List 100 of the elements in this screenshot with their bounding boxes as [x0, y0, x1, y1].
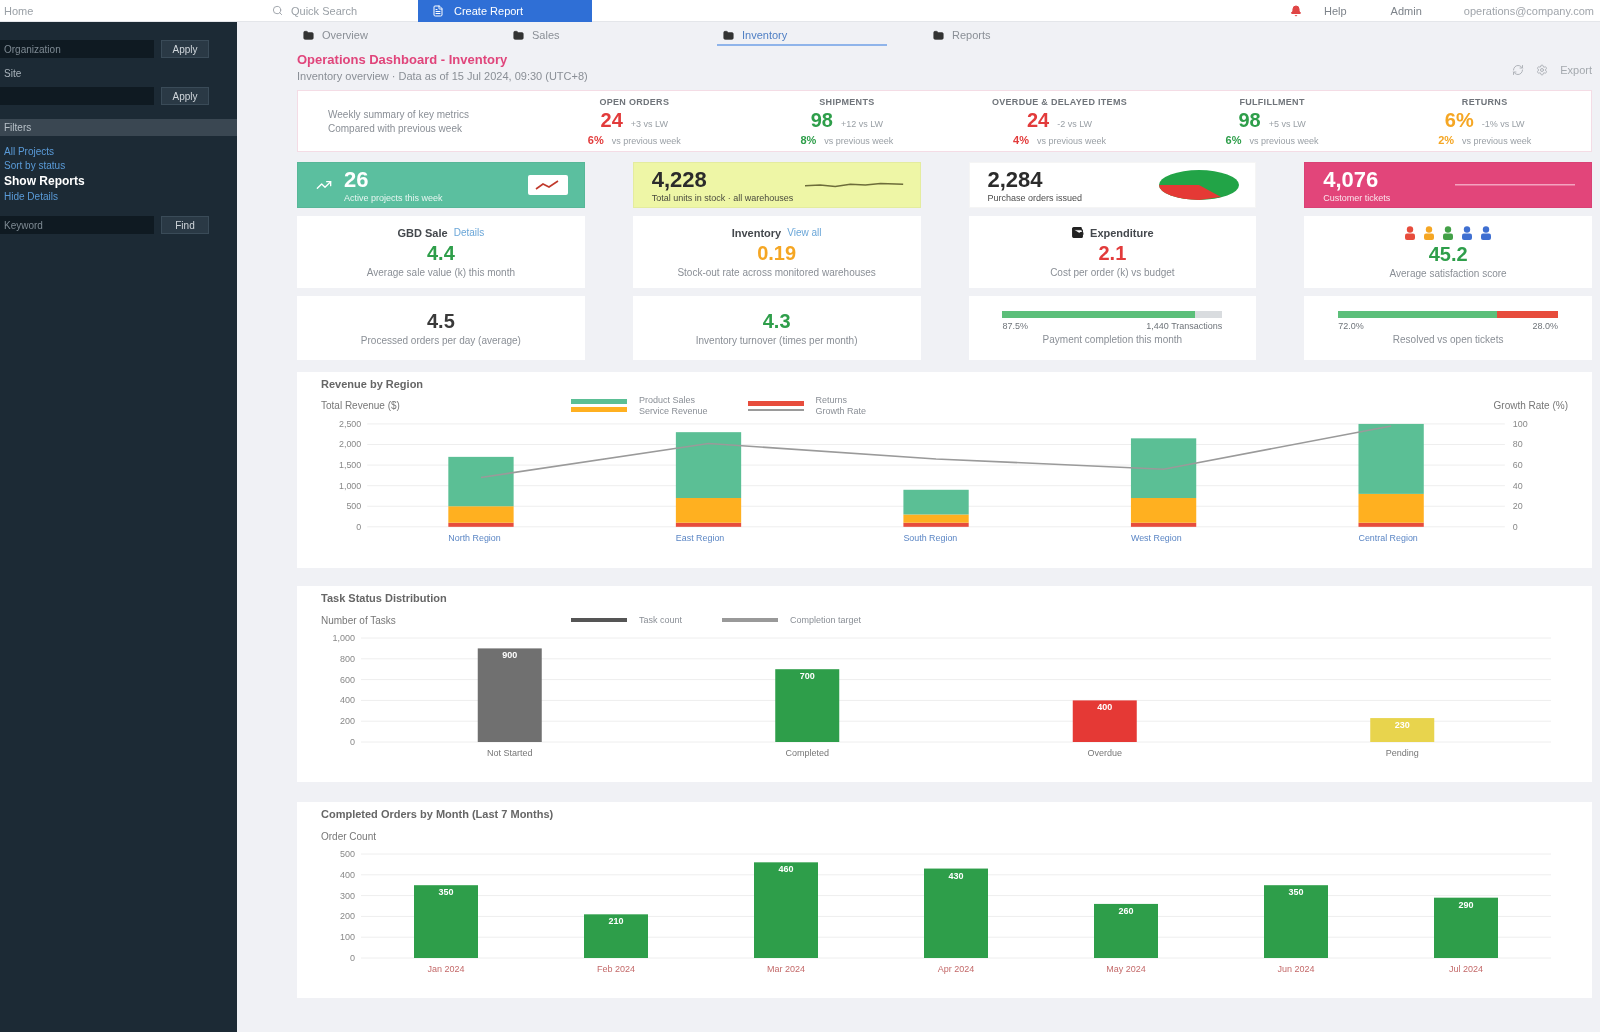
- card-link[interactable]: Details: [453, 227, 485, 238]
- folder-icon: [723, 29, 734, 41]
- stat-value: 4.5: [426, 310, 455, 332]
- banner-value: 26: [344, 167, 369, 192]
- axis-label: 500: [339, 849, 355, 859]
- axis-label: 0: [356, 521, 362, 532]
- legend-label: Service Revenue: [639, 406, 708, 417]
- line-icon: [1455, 183, 1575, 187]
- stat-caption: Resolved vs open tickets: [1392, 334, 1504, 345]
- stat-caption: Inventory turnover (times per month): [695, 335, 858, 346]
- find-button[interactable]: Find: [161, 216, 209, 234]
- stat-caption: Processed orders per day (average): [360, 335, 521, 346]
- axis-title: Growth Rate (%): [1493, 400, 1568, 412]
- folder-icon: [303, 29, 314, 41]
- home-link[interactable]: Home: [4, 4, 34, 17]
- nav-link[interactable]: Hide Details: [4, 191, 58, 202]
- top-nav-link[interactable]: Admin: [1390, 4, 1422, 17]
- nav-link[interactable]: Show Reports: [4, 174, 85, 188]
- quick-search-link[interactable]: Quick Search: [272, 4, 418, 17]
- kpi-note: -2 vs LW: [1057, 118, 1093, 129]
- top-nav-link[interactable]: Help: [1324, 4, 1347, 17]
- category-label: Mar 2024: [767, 964, 805, 974]
- progress-reading: 72.0%: [1338, 321, 1364, 331]
- axis-label: 20: [1512, 500, 1523, 511]
- category-label: North Region: [448, 532, 501, 543]
- category-label: Feb 2024: [597, 964, 635, 974]
- nav-link[interactable]: Sort by status: [4, 160, 66, 171]
- chart-bar: [1370, 718, 1435, 742]
- category-label: Completed: [785, 748, 829, 758]
- axis-label: 300: [339, 890, 355, 901]
- axis-label: 80: [1512, 439, 1523, 450]
- kpi-change: 4%: [1013, 133, 1029, 146]
- value-label: 900: [502, 650, 518, 661]
- apply-button[interactable]: Apply: [161, 40, 209, 58]
- input-field[interactable]: Organization: [0, 40, 154, 58]
- category-label: Jun 2024: [1277, 964, 1315, 974]
- legend-label: Completion target: [790, 615, 862, 625]
- category-label: Not Started: [487, 748, 533, 758]
- banner-caption: Purchase orders issued: [987, 192, 1083, 203]
- kpi-change: 6%: [1225, 133, 1242, 146]
- legend-swatch-icon: [571, 399, 627, 405]
- chart-bar: [1072, 700, 1137, 742]
- apply-button[interactable]: Apply: [161, 87, 209, 105]
- category-label: Apr 2024: [937, 964, 975, 974]
- axis-label: 0: [350, 953, 355, 963]
- stat-caption: Average satisfaction score: [1389, 267, 1507, 279]
- create-report-button[interactable]: Create Report: [418, 0, 592, 22]
- category-label: Jul 2024: [1449, 964, 1483, 974]
- progress-reading: 87.5%: [1002, 321, 1028, 331]
- banner-caption: Customer tickets: [1323, 192, 1391, 203]
- kpi-note: +12 vs LW: [840, 118, 884, 129]
- axis-label: 2,000: [339, 439, 362, 450]
- card-label: Inventory: [731, 226, 782, 239]
- section-header: Filters: [0, 119, 237, 136]
- summary-text: Compared with previous week: [328, 122, 462, 134]
- stat-value: 2.1: [1098, 242, 1127, 264]
- axis-label: 0: [350, 737, 355, 747]
- banner-caption: Active projects this week: [344, 192, 443, 203]
- card-label: Expenditure: [1090, 226, 1154, 239]
- stat-caption: Cost per order (k) vs budget: [1050, 267, 1175, 278]
- legend-swatch-icon: [571, 407, 627, 413]
- tab[interactable]: Reports: [927, 26, 1097, 46]
- progress-detail: 28.0%: [1532, 321, 1559, 331]
- kpi-value: 24: [600, 108, 623, 132]
- kpi-change: 6%: [587, 133, 604, 146]
- axis-label: 400: [339, 695, 355, 706]
- category-label: West Region: [1130, 532, 1182, 543]
- axis-title: Number of Tasks: [321, 614, 396, 626]
- axis-label: 1,500: [339, 459, 362, 470]
- search-field[interactable]: Keyword: [0, 216, 154, 234]
- card-link[interactable]: View all: [787, 227, 822, 238]
- category-label: South Region: [903, 532, 958, 543]
- folder-icon: [933, 29, 944, 41]
- axis-label: 200: [339, 716, 355, 727]
- account-label: operations@company.com: [1463, 4, 1594, 17]
- tab[interactable]: Sales: [507, 26, 677, 46]
- card-label: GBD Sale: [397, 226, 448, 239]
- nav-link[interactable]: All Projects: [4, 146, 54, 157]
- axis-label: 1,000: [339, 480, 362, 491]
- wallet-icon: [1071, 226, 1085, 239]
- refresh-icon[interactable]: [1512, 64, 1525, 76]
- kpi-title: RETURNS: [1461, 96, 1508, 107]
- stat-caption: Payment completion this month: [1042, 334, 1183, 345]
- category-label: May 2024: [1106, 964, 1146, 974]
- banner-value: 4,228: [651, 167, 707, 192]
- legend-label: Returns: [815, 395, 848, 406]
- settings-icon[interactable]: [1536, 64, 1549, 76]
- kpi-title: OVERDUE & DELAYED ITEMS: [991, 96, 1128, 107]
- bell-icon[interactable]: [1290, 4, 1302, 17]
- export-link[interactable]: Export: [1560, 64, 1592, 76]
- value-label: 210: [608, 916, 624, 927]
- stat-value: 4.4: [426, 241, 455, 264]
- chart-bar: [1434, 897, 1498, 958]
- tab[interactable]: Overview: [297, 26, 467, 46]
- field-label: Site: [4, 68, 22, 79]
- tab[interactable]: Inventory: [717, 26, 887, 46]
- chart-title: Revenue by Region: [321, 378, 424, 392]
- stat-value: 0.19: [757, 241, 797, 264]
- legend-swatch-icon: [571, 618, 627, 622]
- axis-title: Order Count: [321, 830, 377, 842]
